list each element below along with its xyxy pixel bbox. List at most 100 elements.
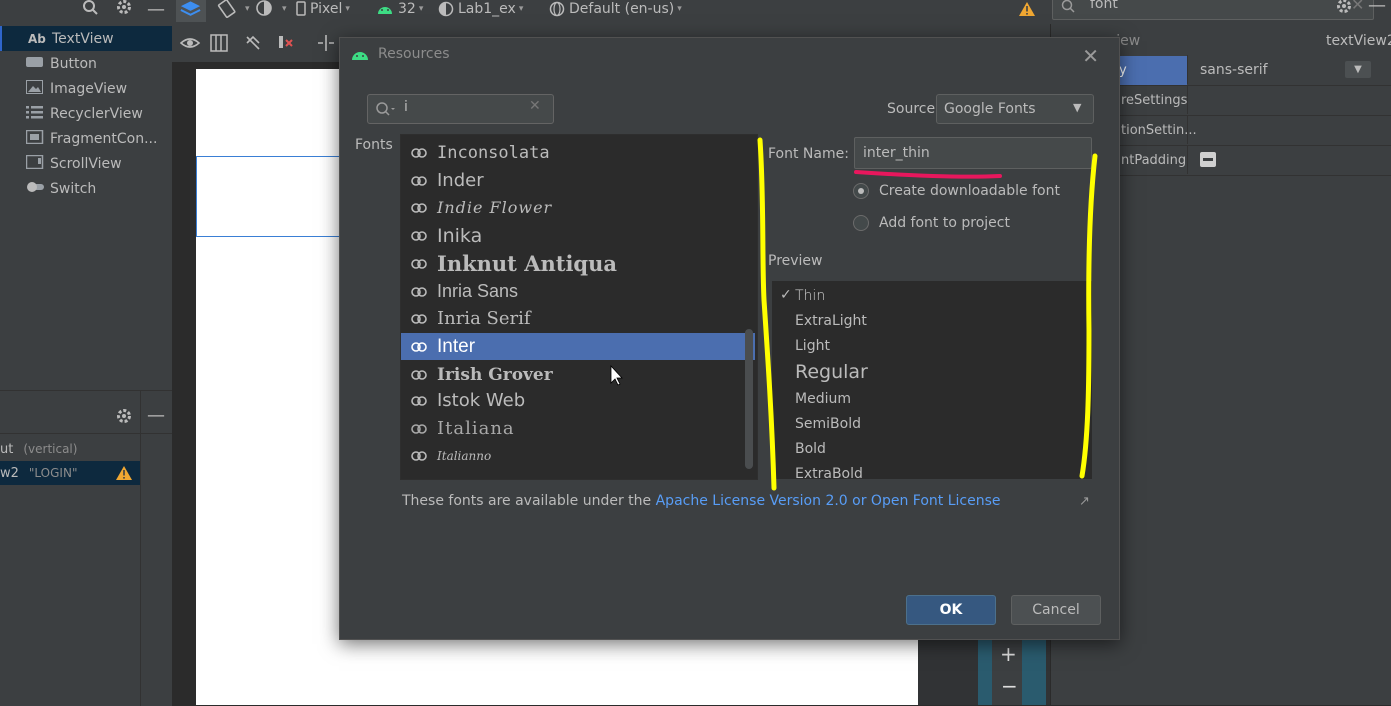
palette-item-textview[interactable]: Ab TextView <box>0 26 174 51</box>
gear-icon[interactable] <box>115 407 133 429</box>
attr-value[interactable] <box>1187 85 1391 114</box>
gear-icon[interactable] <box>115 0 137 18</box>
link-icon <box>411 258 427 269</box>
gear-icon[interactable] <box>1335 0 1353 19</box>
palette-item-button[interactable]: Button <box>0 51 172 76</box>
font-search-input[interactable]: i ✕ <box>367 94 554 124</box>
layers-icon[interactable] <box>176 0 206 22</box>
tree-divider <box>140 391 141 706</box>
tree-row-layout[interactable]: ut (vertical) <box>0 437 140 461</box>
api-level-selector[interactable]: 32 ▾ <box>376 0 423 18</box>
font-item-inconsolata[interactable]: Inconsolata <box>401 139 755 166</box>
font-item-label: Inria Sans <box>437 281 519 301</box>
attributes-search-input[interactable]: font ✕ <box>1052 0 1374 20</box>
minimize-icon[interactable]: — <box>1368 0 1386 16</box>
search-icon[interactable] <box>82 0 104 18</box>
license-link[interactable]: Apache License Version 2.0 or Open Font … <box>656 493 1001 509</box>
palette-item-imageview[interactable]: ImageView <box>0 76 172 101</box>
eye-icon[interactable] <box>179 35 202 55</box>
attr-value[interactable] <box>1187 145 1391 174</box>
palette-item-recyclerview[interactable]: RecyclerView <box>0 101 172 126</box>
clear-constraints-icon[interactable] <box>278 34 296 56</box>
font-item-italianno[interactable]: Italianno <box>401 442 755 469</box>
radio-add-font-to-project[interactable]: Add font to project <box>853 215 1010 231</box>
font-item-inter[interactable]: Inter <box>401 333 755 360</box>
orientation-icon[interactable]: ▾ <box>216 0 250 18</box>
font-search-value: i <box>404 99 408 115</box>
attr-value-fontfamily[interactable]: sans-serif ▼ <box>1187 55 1391 84</box>
link-icon <box>411 395 427 406</box>
tree-row-hint: "LOGIN" <box>28 466 78 480</box>
font-item-inder[interactable]: Inder <box>401 167 755 194</box>
palette-item-fragmentcontainer[interactable]: FragmentCon... <box>0 126 172 151</box>
palette-item-scrollview[interactable]: ScrollView <box>0 151 172 176</box>
font-item-irish-grover[interactable]: Irish Grover <box>401 361 755 388</box>
palette-panel: Ab TextView Button ImageView RecyclerVie… <box>0 24 174 390</box>
cancel-button[interactable]: Cancel <box>1011 595 1101 625</box>
radio-label: Add font to project <box>879 215 1010 231</box>
zoom-out-icon[interactable]: − <box>1001 674 1018 698</box>
palette-item-switch[interactable]: Switch <box>0 176 172 201</box>
preview-weight-extralight[interactable]: ExtraLight <box>795 313 867 329</box>
device-selector[interactable]: Pixel ▾ <box>296 0 350 18</box>
font-name-input[interactable]: inter_thin <box>854 137 1092 169</box>
constraints-off-icon[interactable] <box>244 34 262 56</box>
palette-item-label: TextView <box>52 30 114 47</box>
font-name-label: Font Name: <box>768 146 849 162</box>
minimize-icon[interactable]: — <box>147 405 165 426</box>
warning-icon[interactable] <box>1018 0 1040 18</box>
tree-row-textview2[interactable]: w2 "LOGIN" <box>0 461 140 485</box>
font-item-inknut-antiqua[interactable]: Inknut Antiqua <box>401 250 755 277</box>
tree-row-hint: (vertical) <box>23 442 78 456</box>
theme-selector[interactable]: Lab1_ex ▾ <box>438 0 523 18</box>
font-item-istok-web[interactable]: Istok Web <box>401 387 755 414</box>
palette-item-label: FragmentCon... <box>50 130 158 147</box>
theme-icon <box>438 1 454 17</box>
font-item-label: Italiana <box>437 418 515 439</box>
attr-value-text: sans-serif <box>1200 61 1268 78</box>
link-icon <box>411 286 427 297</box>
radio-create-downloadable-font[interactable]: Create downloadable font <box>853 183 1060 199</box>
link-icon <box>411 341 427 352</box>
font-item-label: Inika <box>437 224 483 247</box>
radio-button-checked[interactable] <box>853 183 869 199</box>
font-list-scrollbar[interactable] <box>745 329 753 469</box>
split-view-icon[interactable] <box>210 34 228 56</box>
preview-weight-regular[interactable]: Regular <box>795 361 868 383</box>
preview-weight-extrabold[interactable]: ExtraBold <box>795 466 863 479</box>
preview-weight-thin[interactable]: Thin <box>795 288 825 304</box>
clear-icon[interactable]: ✕ <box>529 98 541 114</box>
font-item-label: Inconsolata <box>437 142 550 163</box>
font-item-inria-serif[interactable]: Inria Serif <box>401 305 755 332</box>
external-link-icon[interactable]: ↗ <box>1079 494 1090 509</box>
android-icon <box>378 7 392 14</box>
preview-weight-semibold[interactable]: SemiBold <box>795 416 861 432</box>
ok-button-label: OK <box>939 602 963 618</box>
attr-value[interactable] <box>1187 115 1391 144</box>
palette-item-label: ImageView <box>50 80 128 97</box>
zoom-in-icon[interactable]: + <box>1000 642 1017 666</box>
font-item-italiana[interactable]: Italiana <box>401 415 755 442</box>
font-item-label: Istok Web <box>437 390 526 411</box>
night-mode-icon[interactable]: ▾ <box>255 0 287 18</box>
source-select[interactable]: Google Fonts ▼ <box>936 94 1094 124</box>
preview-weight-medium[interactable]: Medium <box>795 391 851 407</box>
warning-icon[interactable] <box>115 465 133 485</box>
clear-icon[interactable]: ✕ <box>1351 0 1364 14</box>
locale-selector[interactable]: Default (en-us) ▾ <box>549 0 682 18</box>
resources-dialog: Resources ✕ i ✕ Fonts Inconsolata Inder … <box>339 37 1120 640</box>
font-item-inika[interactable]: Inika <box>401 222 755 249</box>
source-label: Source <box>887 101 936 117</box>
font-item-indie-flower[interactable]: Indie Flower <box>401 194 755 221</box>
font-item-inria-sans[interactable]: Inria Sans <box>401 278 755 305</box>
preview-weight-bold[interactable]: Bold <box>795 441 826 457</box>
selected-textview-outline[interactable] <box>196 156 348 237</box>
dropdown-icon[interactable]: ▼ <box>1345 61 1371 78</box>
ok-button[interactable]: OK <box>906 595 996 625</box>
close-icon[interactable]: ✕ <box>1082 44 1099 68</box>
radio-button[interactable] <box>853 215 869 231</box>
indeterminate-checkbox[interactable] <box>1200 152 1216 167</box>
pack-horizontal-icon[interactable] <box>316 34 336 56</box>
preview-weight-light[interactable]: Light <box>795 338 830 354</box>
minimize-icon[interactable]: — <box>147 0 165 20</box>
